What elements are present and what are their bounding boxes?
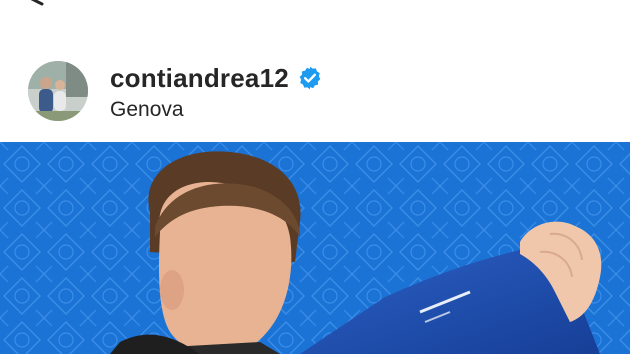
post-header: contiandrea12 Genova bbox=[0, 48, 630, 134]
avatar[interactable] bbox=[28, 61, 88, 121]
username-row: contiandrea12 bbox=[110, 62, 323, 94]
post-image[interactable] bbox=[0, 142, 630, 354]
post-meta: contiandrea12 Genova bbox=[110, 62, 323, 122]
verified-badge-icon bbox=[299, 66, 321, 90]
location-link[interactable]: Genova bbox=[110, 98, 323, 122]
top-bar bbox=[0, 0, 630, 40]
back-arrow-icon[interactable] bbox=[22, 0, 62, 10]
username[interactable]: contiandrea12 bbox=[110, 63, 289, 94]
